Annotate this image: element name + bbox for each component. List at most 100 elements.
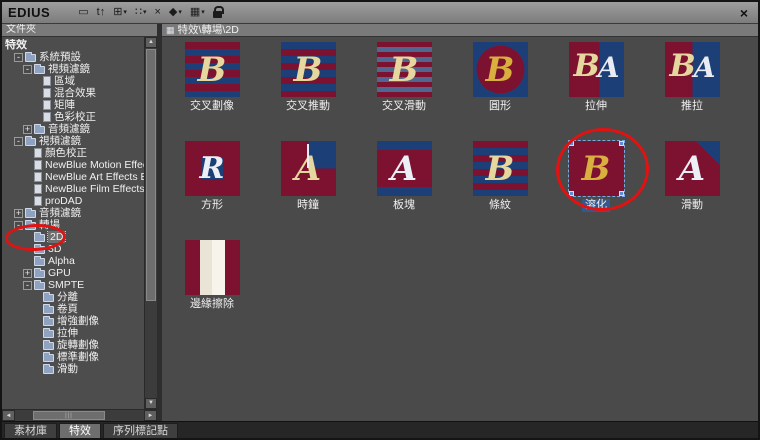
tab-sequence-marks[interactable]: 序列標記點 [103,423,178,438]
effect-thumb-cross-push[interactable]: B [281,42,336,97]
filmstrip-icon-glyph: ▦ [190,7,200,18]
effect-label: 時鐘 [294,199,322,212]
effect-letter: A [694,54,716,82]
file-icon [34,184,42,194]
tree-item-newblue-film[interactable]: NewBlue Film Effects EDIUS [2,183,144,195]
tree-item-stretch[interactable]: 拉伸 [2,327,144,339]
tree-item-label: NewBlue Motion Effects EDI [45,159,144,171]
expander-icon[interactable]: - [14,53,23,62]
folder-icon [25,54,36,62]
indent-spacer [23,237,34,238]
tree-item-matrix[interactable]: 矩陣 [2,99,144,111]
tree-item-rotate-wipe[interactable]: 旋轉劃像 [2,339,144,351]
tree-item-region[interactable]: 區域 [2,75,144,87]
tree-item-smpte[interactable]: -SMPTE [2,279,144,291]
effect-thumb-cross-wipe[interactable]: B [185,42,240,97]
selection-handle [619,141,624,146]
effect-thumb-circle[interactable]: B [473,42,528,97]
tree-item-label: NewBlue Film Effects EDIUS [45,183,144,195]
indent-spacer [32,345,43,346]
effect-thumb-cross-slide[interactable]: B [377,42,432,97]
close-button[interactable]: × [736,5,752,21]
tree-item-blend-effects[interactable]: 混合效果 [2,87,144,99]
tree-item-prodad[interactable]: proDAD [2,195,144,207]
tree-item-label: 視頻濾鏡 [39,135,81,147]
delete-icon-glyph: × [154,7,160,18]
scroll-down-button[interactable]: ▼ [145,398,157,409]
tree-item-audio-filters[interactable]: +音頻濾鏡 [2,123,144,135]
scroll-up-button[interactable]: ▲ [145,37,157,48]
expander-icon[interactable]: - [14,221,23,230]
tree-item-audio-filters-2[interactable]: +音頻濾鏡 [2,207,144,219]
filmstrip-icon[interactable]: ▦▾ [190,7,205,18]
effect-thumb-block[interactable]: A [377,141,432,196]
tab-effects[interactable]: 特效 [59,423,101,438]
tree-item-label: 拉伸 [57,327,78,339]
tab-asset-bin[interactable]: 素材庫 [4,423,57,438]
tree-item-newblue-art[interactable]: NewBlue Art Effects EDIUS S [2,171,144,183]
tree-item-label: 旋轉劃像 [57,339,99,351]
monitor-icon-glyph: ▭ [78,7,88,18]
lock-icon[interactable] [213,7,222,18]
monitor-icon[interactable]: ▭ [78,7,88,18]
tree-item-color-correction[interactable]: 色彩校正 [2,111,144,123]
effect-thumb-stretch[interactable]: BA [569,42,624,97]
tree-item-page-peel[interactable]: 卷頁 [2,303,144,315]
effect-thumb-box[interactable]: R [185,141,240,196]
indent-spacer [32,105,43,106]
tree-item-alpha[interactable]: Alpha [2,255,144,267]
tree-item-system-presets[interactable]: -系統預設 [2,51,144,63]
file-icon [43,88,51,98]
effect-thumb-clock[interactable]: A [281,141,336,196]
tree-item-2d[interactable]: 2D [2,231,144,243]
scroll-left-button[interactable]: ◄ [2,410,15,421]
expander-icon[interactable]: - [14,137,23,146]
folder-add-icon[interactable]: ⊞▾ [113,7,127,18]
grid-icon: ▦ [166,24,175,36]
tree-vertical-scrollbar[interactable]: ▲ ▼ [144,37,157,409]
tree-item-label: 分離 [57,291,78,303]
tree-item-slide[interactable]: 滑動 [2,363,144,375]
folder-icon [34,258,45,266]
effect-thumb-edge-wipe[interactable] [185,240,240,295]
delete-icon[interactable]: × [154,7,160,18]
expander-icon[interactable]: - [23,281,32,290]
expander-icon[interactable]: + [23,125,32,134]
effect-thumb-slide[interactable]: A [665,141,720,196]
scroll-right-button[interactable]: ► [144,410,157,421]
tree-item-enhanced-wipe[interactable]: 增強劃像 [2,315,144,327]
tree-item-label: Alpha [48,255,75,267]
expander-icon[interactable]: + [23,269,32,278]
tree-item-standard-wipe[interactable]: 標準劃像 [2,351,144,363]
tree-item-3d[interactable]: 3D [2,243,144,255]
effect-thumb-stripe[interactable]: B [473,141,528,196]
vscroll-thumb[interactable] [146,49,156,301]
expander-icon[interactable]: - [23,65,32,74]
tree-item-split[interactable]: 分離 [2,291,144,303]
effect-thumb-push[interactable]: BA [665,42,720,97]
tree-horizontal-scrollbar[interactable]: ◄ ||| ► [2,409,157,421]
effect-thumb-dissolve[interactable]: B [569,141,624,196]
tree-item-color-correction-2[interactable]: 顏色校正 [2,147,144,159]
edius-window: EDIUS ▭t↑⊞▾∷▾×◆▾▦▾ × 文件夾 特效-系統預設-視頻濾鏡區域混… [0,0,760,440]
tree-item-transitions[interactable]: -轉場 [2,219,144,231]
dots-menu-icon[interactable]: ∷▾ [135,7,147,18]
title-up-icon[interactable]: t↑ [97,7,106,18]
tree-item-label: 卷頁 [57,303,78,315]
folder-add-icon-glyph: ⊞ [113,7,122,18]
tab-bar: 素材庫特效序列標記點 [2,421,758,438]
breadcrumb: ▦ 特效\轉場\2D [162,24,758,37]
expander-icon[interactable]: + [14,209,23,218]
tree-item-video-filters-2[interactable]: - 視頻濾鏡 [2,135,144,147]
tree-item-label: 色彩校正 [54,111,96,123]
tree-item-video-filters[interactable]: -視頻濾鏡 [2,63,144,75]
hscroll-thumb[interactable]: ||| [33,411,105,420]
tree-item-gpu[interactable]: +GPU [2,267,144,279]
effects-icon[interactable]: ◆▾ [169,7,182,18]
hscroll-track[interactable]: ||| [15,410,144,421]
tree-item-effects-root[interactable]: 特效 [2,39,144,51]
selection-handle [619,191,624,196]
tree-item-newblue-motion[interactable]: NewBlue Motion Effects EDI [2,159,144,171]
vscroll-track[interactable] [145,48,157,398]
effect-label: 交叉推動 [283,100,333,113]
